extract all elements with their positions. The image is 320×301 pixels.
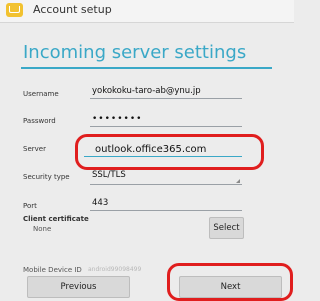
device-id-value: android99098499 bbox=[88, 266, 142, 273]
device-id-label: Mobile Device ID bbox=[23, 266, 82, 274]
password-label: Password bbox=[23, 117, 56, 125]
port-underline bbox=[90, 210, 242, 211]
username-label: Username bbox=[23, 90, 59, 98]
port-label: Port bbox=[23, 202, 37, 210]
previous-button[interactable]: Previous bbox=[27, 276, 130, 298]
dropdown-arrow-icon[interactable] bbox=[236, 179, 240, 183]
username-field[interactable]: yokokoku-taro-ab@ynu.jp bbox=[92, 86, 201, 96]
password-field[interactable]: •••••••• bbox=[92, 114, 142, 124]
select-certificate-button[interactable]: Select bbox=[209, 217, 244, 239]
server-label: Server bbox=[23, 145, 46, 153]
username-underline bbox=[90, 98, 242, 99]
password-underline bbox=[90, 126, 242, 127]
next-highlight bbox=[167, 263, 293, 301]
page-title: Incoming server settings bbox=[23, 42, 247, 63]
window-title: Account setup bbox=[33, 3, 112, 16]
title-divider bbox=[21, 67, 272, 69]
port-field[interactable]: 443 bbox=[92, 198, 108, 208]
client-certificate-value: None bbox=[33, 225, 52, 233]
security-type-select[interactable]: SSL/TLS bbox=[92, 170, 126, 180]
mail-icon bbox=[6, 3, 23, 17]
security-type-underline bbox=[90, 184, 242, 185]
security-type-label: Security type bbox=[23, 173, 70, 181]
title-bar: Account setup bbox=[0, 0, 294, 23]
server-highlight bbox=[75, 134, 264, 170]
client-certificate-label: Client certificate bbox=[23, 215, 89, 223]
